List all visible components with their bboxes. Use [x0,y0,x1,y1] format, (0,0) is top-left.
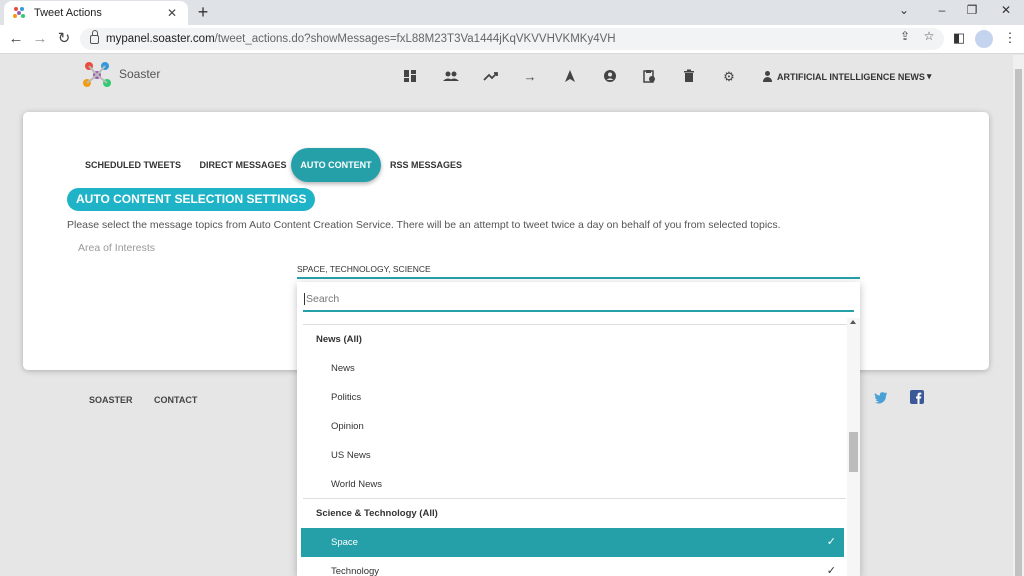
settings-icon[interactable]: ⚙ [721,69,737,85]
url-text: mypanel.soaster.com/tweet_actions.do?sho… [106,33,616,45]
option-technology[interactable]: Technology ✓ [301,557,844,576]
browser-tabstrip: Tweet Actions ✕ + ⌄ – ❐ ✕ [0,0,1024,25]
user-menu-label: ARTIFICIAL INTELLIGENCE NEWS [777,71,925,82]
tab-scheduled-tweets[interactable]: SCHEDULED TWEETS [80,148,186,182]
twitter-icon[interactable] [874,390,888,404]
url-host: mypanel.soaster.com [106,33,215,45]
close-window-icon[interactable]: ✕ [996,3,1016,17]
check-icon: ✓ [826,565,836,576]
share-icon[interactable]: ⇪ [897,29,913,43]
option-space[interactable]: Space ✓ [301,528,844,557]
soaster-favicon-icon [12,6,26,20]
star-icon[interactable]: ☆ [921,29,937,43]
option-news[interactable]: News [301,354,844,383]
forward-icon[interactable]: → [30,29,50,49]
area-of-interests-label: Area of Interests [78,242,156,254]
option-opinion[interactable]: Opinion [301,412,844,441]
new-tab-icon[interactable]: + [194,2,212,22]
option-label: Space [331,537,358,548]
close-tab-icon[interactable]: ✕ [164,6,180,20]
profile-avatar[interactable] [975,30,993,48]
footer-link-soaster[interactable]: SOASTER [89,395,133,405]
interests-select[interactable]: SPACE, TECHNOLOGY, SCIENCE [297,264,860,279]
check-icon: ✓ [826,536,836,548]
scroll-thumb[interactable] [849,432,858,472]
minimize-icon[interactable]: – [932,3,952,17]
side-panel-icon[interactable]: ◧ [950,30,968,46]
browser-tab-title: Tweet Actions [34,7,102,19]
page-scroll-thumb[interactable] [1015,69,1022,576]
interests-dropdown: Search News (All) News Politics Opinion … [297,282,860,576]
reload-icon[interactable]: ↻ [54,29,74,49]
lock-icon [90,29,99,44]
arrow-right-icon[interactable]: → [522,69,538,85]
chevron-down-icon[interactable]: ⌄ [894,3,914,17]
footer-link-contact[interactable]: CONTACT [154,395,197,405]
group-science-technology-all[interactable]: Science & Technology (All) [301,499,844,528]
section-title: AUTO CONTENT SELECTION SETTINGS [67,188,316,211]
search-placeholder: Search [306,293,340,305]
brand-name: Soaster [119,67,161,81]
scroll-up-icon[interactable] [850,320,856,324]
dashboard-icon[interactable] [402,69,418,85]
browser-tab[interactable]: Tweet Actions ✕ [4,1,188,25]
restore-icon[interactable]: ❐ [962,3,982,17]
user-menu[interactable]: ARTIFICIAL INTELLIGENCE NEWS ▾ [762,71,931,82]
section-description: Please select the message topics from Au… [67,219,781,231]
option-world-news[interactable]: World News [301,470,844,499]
dropdown-scrollbar[interactable] [847,318,860,576]
option-label: Technology [331,566,380,576]
clipboard-icon[interactable] [641,69,657,85]
group-news-all[interactable]: News (All) [301,325,844,354]
account-circle-icon[interactable] [602,69,618,85]
trending-icon[interactable] [483,69,499,85]
option-politics[interactable]: Politics [301,383,844,412]
soaster-logo[interactable] [80,58,114,92]
browser-toolbar: ← → ↻ mypanel.soaster.com/tweet_actions.… [0,25,1024,54]
text-cursor [304,293,305,306]
tab-auto-content[interactable]: AUTO CONTENT [291,148,381,182]
more-menu-icon[interactable]: ⋮ [1001,30,1019,46]
users-icon[interactable] [443,69,459,85]
user-icon [762,71,773,82]
page-scrollbar[interactable] [1013,55,1024,576]
address-bar[interactable]: mypanel.soaster.com/tweet_actions.do?sho… [80,28,944,50]
back-icon[interactable]: ← [6,29,26,49]
url-path: /tweet_actions.do?showMessages=fxL88M23T… [214,33,616,45]
delete-icon[interactable] [681,69,697,85]
tab-rss-messages[interactable]: RSS MESSAGES [390,148,462,182]
dropdown-search-input[interactable]: Search [303,290,854,312]
facebook-icon[interactable] [910,390,924,404]
tab-direct-messages[interactable]: DIRECT MESSAGES [195,148,291,182]
option-us-news[interactable]: US News [301,441,844,470]
navigation-icon[interactable] [562,69,578,85]
caret-down-icon: ▾ [926,71,932,81]
